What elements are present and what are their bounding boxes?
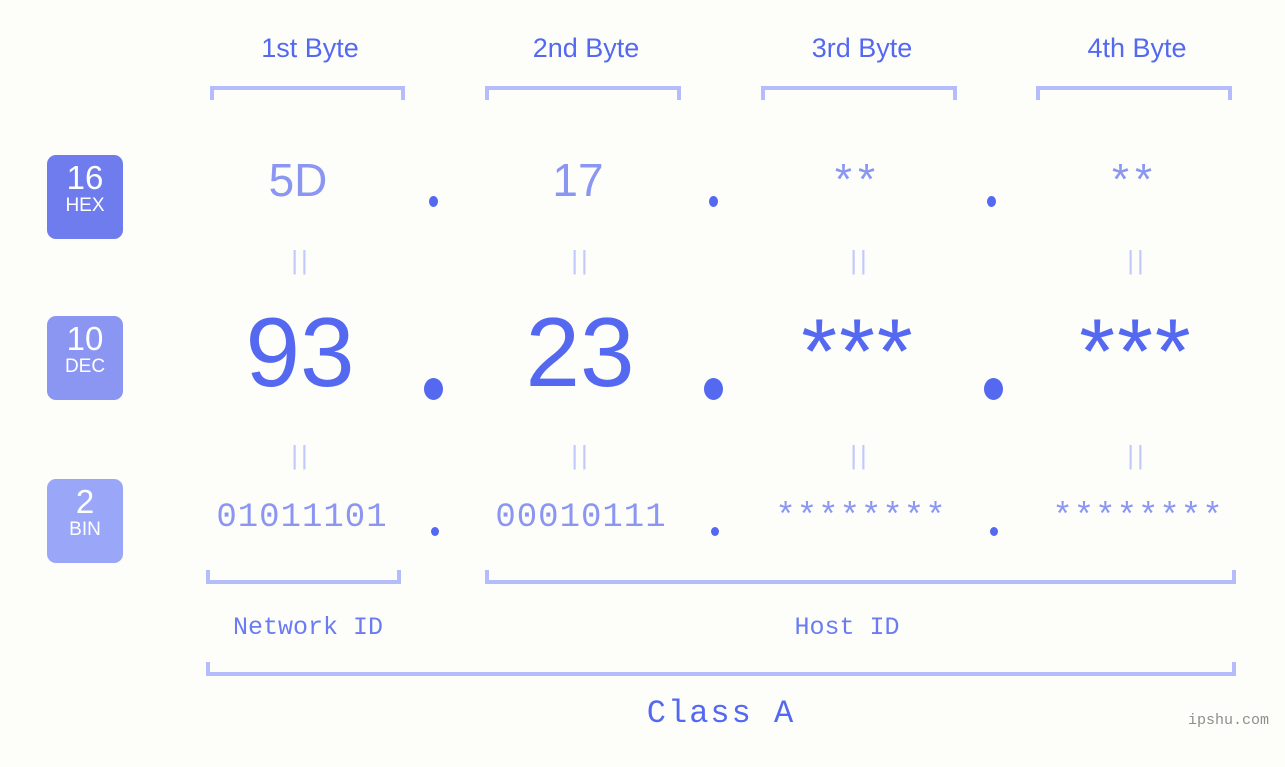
- dec-byte-3: ***: [801, 301, 915, 403]
- class-bracket: [206, 662, 1236, 676]
- equals-mark-hex-dec-2: ||: [571, 245, 591, 275]
- bin-separator-dot-1: [431, 527, 439, 536]
- hex-byte-2: 17: [552, 154, 604, 206]
- byte-bracket-top-3: [761, 86, 957, 100]
- bin-byte-1: 01011101: [216, 499, 388, 537]
- byte-header-2: 2nd Byte: [532, 33, 640, 63]
- radix-badge-dec-number: 10: [66, 320, 104, 357]
- byte-header-4: 4th Byte: [1087, 33, 1187, 63]
- hex-separator-dot-1: [429, 196, 438, 207]
- byte-bracket-top-1: [210, 86, 405, 100]
- ip-byte-diagram: 1st Byte 2nd Byte 3rd Byte 4th Byte 16 H…: [0, 0, 1285, 767]
- byte-header-1: 1st Byte: [261, 33, 359, 63]
- radix-badge-bin-number: 2: [75, 483, 95, 520]
- equals-mark-dec-bin-4: ||: [1127, 440, 1147, 470]
- host-id-label: Host ID: [794, 613, 900, 642]
- byte-bracket-top-2: [485, 86, 681, 100]
- radix-badge-hex: 16 HEX: [47, 155, 123, 239]
- radix-badge-dec: 10 DEC: [47, 316, 123, 400]
- bin-byte-2: 00010111: [495, 499, 667, 537]
- dec-byte-4: ***: [1079, 301, 1193, 403]
- radix-badge-hex-number: 16: [66, 159, 104, 196]
- radix-badge-dec-label: DEC: [64, 356, 106, 377]
- dec-byte-1: 93: [245, 297, 355, 407]
- hex-byte-4: **: [1111, 155, 1159, 204]
- bin-separator-dot-3: [990, 527, 998, 536]
- radix-badge-bin: 2 BIN: [47, 479, 123, 563]
- hex-separator-dot-2: [709, 196, 718, 207]
- equals-mark-hex-dec-1: ||: [291, 245, 311, 275]
- byte-bracket-top-4: [1036, 86, 1232, 100]
- host-id-bracket: [485, 570, 1236, 584]
- equals-mark-dec-bin-1: ||: [291, 440, 311, 470]
- dec-byte-2: 23: [525, 297, 635, 407]
- hex-separator-dot-3: [987, 196, 996, 207]
- network-id-bracket: [206, 570, 401, 584]
- network-id-label: Network ID: [232, 613, 384, 642]
- class-label: Class A: [646, 695, 796, 732]
- bin-separator-dot-2: [711, 527, 719, 536]
- hex-byte-3: **: [834, 155, 882, 204]
- equals-mark-dec-bin-3: ||: [850, 440, 870, 470]
- radix-badge-hex-label: HEX: [65, 195, 105, 216]
- site-watermark: ipshu.com: [1187, 712, 1269, 729]
- equals-mark-hex-dec-3: ||: [850, 245, 870, 275]
- radix-badge-bin-label: BIN: [69, 519, 101, 540]
- bin-byte-4: ********: [1052, 499, 1224, 537]
- equals-mark-hex-dec-4: ||: [1127, 245, 1147, 275]
- dec-separator-dot-1: [424, 378, 443, 400]
- bin-byte-3: ********: [775, 499, 947, 537]
- dec-separator-dot-2: [704, 378, 723, 400]
- dec-separator-dot-3: [984, 378, 1003, 400]
- hex-byte-1: 5D: [268, 154, 328, 206]
- equals-mark-dec-bin-2: ||: [571, 440, 591, 470]
- byte-header-3: 3rd Byte: [811, 33, 913, 63]
